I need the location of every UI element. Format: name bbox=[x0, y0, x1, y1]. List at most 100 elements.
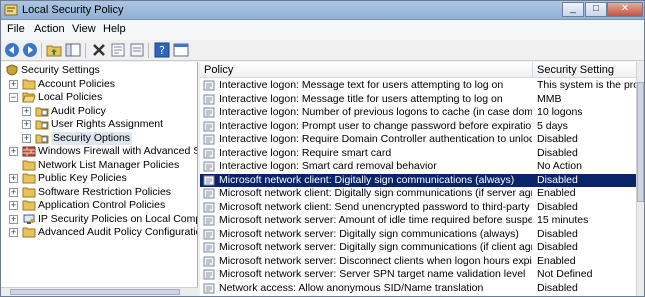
security-policy-app-icon bbox=[4, 4, 18, 16]
expand-icon[interactable]: + bbox=[22, 120, 31, 129]
properties-icon[interactable] bbox=[110, 42, 126, 58]
app-window: Local Security Policy _ □ ✕ File Action … bbox=[0, 0, 645, 297]
policy-folder-icon bbox=[35, 134, 49, 143]
minimize-button[interactable]: _ bbox=[562, 2, 584, 17]
shield-icon bbox=[6, 64, 18, 76]
policy-row[interactable]: Microsoft network server: Server SPN tar… bbox=[200, 268, 640, 281]
folder-icon bbox=[22, 79, 36, 89]
policy-icon bbox=[203, 121, 215, 131]
folder-icon bbox=[22, 200, 36, 211]
policy-row[interactable]: Microsoft network server: Disconnect cli… bbox=[200, 255, 640, 268]
expand-icon[interactable]: + bbox=[22, 106, 31, 116]
tree-horizontal-scrollbar[interactable] bbox=[1, 287, 198, 296]
tree-pane: Security Settings + Account Policies − Local… bbox=[1, 62, 198, 296]
policy-icon bbox=[203, 269, 215, 280]
policy-setting: 15 minutes bbox=[537, 214, 589, 226]
back-icon[interactable] bbox=[4, 42, 20, 58]
policy-setting: Not Defined bbox=[537, 268, 593, 280]
expand-icon[interactable]: + bbox=[9, 214, 18, 224]
policy-icon bbox=[203, 283, 215, 293]
toolbar-separator bbox=[148, 43, 149, 58]
expand-icon[interactable]: + bbox=[9, 201, 18, 210]
expand-icon[interactable]: + bbox=[9, 228, 18, 237]
policy-row[interactable]: Microsoft network server: Amount of idle… bbox=[200, 214, 640, 227]
policy-name: Microsoft network client: Digitally sign… bbox=[219, 173, 515, 186]
tree-item-label: Security Options bbox=[51, 131, 133, 145]
column-header-policy[interactable]: Policy bbox=[200, 62, 533, 78]
column-header-security-setting[interactable]: Security Setting bbox=[533, 62, 644, 78]
folder-icon bbox=[22, 173, 36, 184]
collapse-icon[interactable]: − bbox=[9, 93, 18, 102]
policy-row[interactable]: Interactive logon: Require Domain Contro… bbox=[200, 133, 640, 146]
policy-row[interactable]: Interactive logon: Prompt user to change… bbox=[200, 120, 640, 133]
policy-name: Interactive logon: Message title for use… bbox=[219, 92, 503, 105]
policy-name: Microsoft network server: Disconnect cli… bbox=[219, 254, 532, 267]
policy-setting: Disabled bbox=[537, 241, 578, 253]
policy-name: Microsoft network server: Digitally sign… bbox=[219, 241, 532, 253]
expand-icon[interactable]: + bbox=[9, 79, 18, 89]
policy-icon bbox=[203, 188, 215, 199]
policy-icon bbox=[203, 107, 215, 118]
policy-row[interactable]: Microsoft network server: Digitally sign… bbox=[200, 228, 640, 241]
folder-icon bbox=[22, 160, 36, 170]
policy-row[interactable]: Interactive logon: Message title for use… bbox=[200, 93, 640, 106]
tree-item-label: Account Policies bbox=[38, 77, 116, 90]
policy-row[interactable]: Interactive logon: Message text for user… bbox=[200, 79, 642, 92]
policy-row[interactable]: Network access: Allow anonymous SID/Name… bbox=[200, 282, 640, 295]
tree-item-label: Security Settings bbox=[21, 64, 100, 76]
menu-view[interactable]: View bbox=[72, 23, 96, 35]
policy-name: Interactive logon: Smart card removal be… bbox=[219, 160, 437, 172]
expand-icon[interactable]: + bbox=[9, 187, 18, 197]
policy-name: Microsoft network server: Server SPN tar… bbox=[219, 268, 526, 280]
policy-row[interactable]: Microsoft network client: Digitally sign… bbox=[200, 187, 640, 200]
policy-icon bbox=[203, 148, 215, 158]
policy-name: Network access: Allow anonymous SID/Name… bbox=[219, 281, 484, 294]
toolbar: ? bbox=[1, 40, 644, 61]
close-button[interactable]: ✕ bbox=[607, 2, 643, 17]
policy-folder-icon bbox=[35, 120, 49, 130]
policy-setting: Disabled bbox=[537, 173, 578, 186]
policy-setting: Disabled bbox=[537, 281, 578, 294]
firewall-icon bbox=[22, 146, 36, 157]
policy-row[interactable]: Microsoft network client: Digitally sign… bbox=[200, 173, 640, 187]
policy-name: Interactive logon: Require Domain Contro… bbox=[219, 133, 532, 145]
tree-scroll-thumb[interactable] bbox=[10, 289, 180, 295]
policy-row[interactable]: Microsoft network server: Digitally sign… bbox=[200, 241, 640, 254]
maximize-button[interactable]: □ bbox=[585, 2, 607, 17]
forward-icon[interactable] bbox=[22, 42, 38, 58]
policy-icon bbox=[203, 94, 215, 104]
policy-row[interactable]: Interactive logon: Require smart card Dis… bbox=[200, 147, 640, 160]
policy-row[interactable]: Microsoft network client: Send unencrypt… bbox=[200, 201, 640, 214]
show-hide-tree-icon[interactable] bbox=[65, 42, 81, 58]
policy-name: Microsoft network client: Digitally sign… bbox=[219, 187, 532, 199]
help-icon[interactable]: ? bbox=[154, 42, 170, 58]
ip-security-icon bbox=[23, 214, 35, 224]
list-scroll-thumb[interactable] bbox=[637, 82, 644, 202]
expand-icon[interactable]: + bbox=[9, 147, 18, 156]
window-title: Local Security Policy bbox=[22, 4, 124, 16]
toolbar-separator bbox=[41, 43, 42, 58]
menu-action[interactable]: Action bbox=[34, 23, 65, 35]
expand-icon[interactable]: + bbox=[22, 133, 31, 143]
policy-setting: Disabled bbox=[537, 200, 578, 213]
export-list-icon[interactable] bbox=[129, 42, 145, 58]
policy-name: Interactive logon: Message text for user… bbox=[219, 79, 504, 91]
policy-row[interactable]: Interactive logon: Number of previous lo… bbox=[200, 106, 640, 119]
delete-icon[interactable] bbox=[91, 42, 107, 58]
policy-setting: Disabled bbox=[537, 227, 578, 240]
policy-icon bbox=[203, 134, 215, 145]
title-bar[interactable]: Local Security Policy _ □ ✕ bbox=[1, 1, 644, 20]
up-folder-icon[interactable] bbox=[46, 42, 62, 58]
list-vertical-scrollbar[interactable] bbox=[636, 62, 644, 296]
menu-file[interactable]: File bbox=[7, 23, 25, 35]
policy-name: Interactive logon: Require smart card bbox=[219, 146, 392, 159]
policy-setting: 5 days bbox=[537, 119, 568, 132]
tree-item-label: Public Key Policies bbox=[38, 172, 127, 184]
policy-icon bbox=[203, 215, 215, 226]
menu-help[interactable]: Help bbox=[103, 23, 126, 35]
expand-icon[interactable]: + bbox=[9, 174, 18, 183]
policy-row[interactable]: Interactive logon: Smart card removal be… bbox=[200, 160, 640, 173]
console-icon[interactable] bbox=[173, 42, 189, 58]
folder-icon bbox=[22, 187, 36, 197]
policy-name: Interactive logon: Number of previous lo… bbox=[219, 106, 532, 118]
